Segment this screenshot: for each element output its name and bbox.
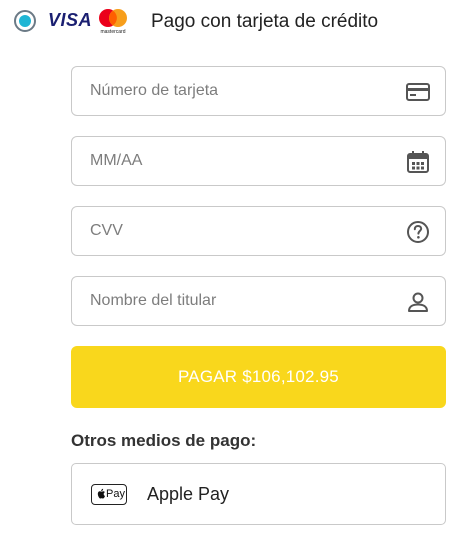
cvv-field[interactable]: CVV — [71, 206, 446, 256]
credit-card-icon — [406, 83, 430, 101]
other-methods-heading: Otros medios de pago: — [71, 431, 257, 450]
visa-logo: VISA — [48, 10, 93, 30]
radio-selected-dot — [19, 15, 31, 27]
holder-name-field[interactable]: Nombre del titular — [71, 276, 446, 326]
card-number-field[interactable]: Número de tarjeta — [71, 66, 446, 116]
expiry-placeholder: MM/AA — [90, 152, 143, 169]
apple-logo-icon — [97, 488, 105, 499]
mastercard-wordmark: mastercard — [100, 29, 125, 35]
apple-pay-icon: Pay — [91, 484, 127, 505]
pay-button-label: PAGAR $106,102.95 — [178, 367, 339, 386]
apple-pay-label: Apple Pay — [147, 484, 230, 504]
credit-card-radio[interactable] — [14, 10, 36, 32]
calendar-icon — [407, 151, 429, 173]
holder-name-placeholder: Nombre del titular — [90, 292, 217, 309]
card-number-placeholder: Número de tarjeta — [90, 82, 219, 99]
expiry-field[interactable]: MM/AA — [71, 136, 446, 186]
apple-pay-option[interactable]: Pay Apple Pay — [71, 463, 446, 525]
user-icon — [408, 292, 428, 312]
pay-button[interactable]: PAGAR $106,102.95 — [71, 346, 446, 408]
cvv-placeholder: CVV — [90, 222, 123, 239]
help-circle-icon[interactable] — [405, 219, 431, 245]
mastercard-logo: mastercard — [99, 9, 127, 35]
apple-pay-badge-text: Pay — [106, 488, 125, 500]
payment-method-header[interactable]: VISA mastercard Pago con tarjeta de créd… — [0, 0, 459, 44]
payment-method-title: Pago con tarjeta de crédito — [151, 11, 379, 32]
